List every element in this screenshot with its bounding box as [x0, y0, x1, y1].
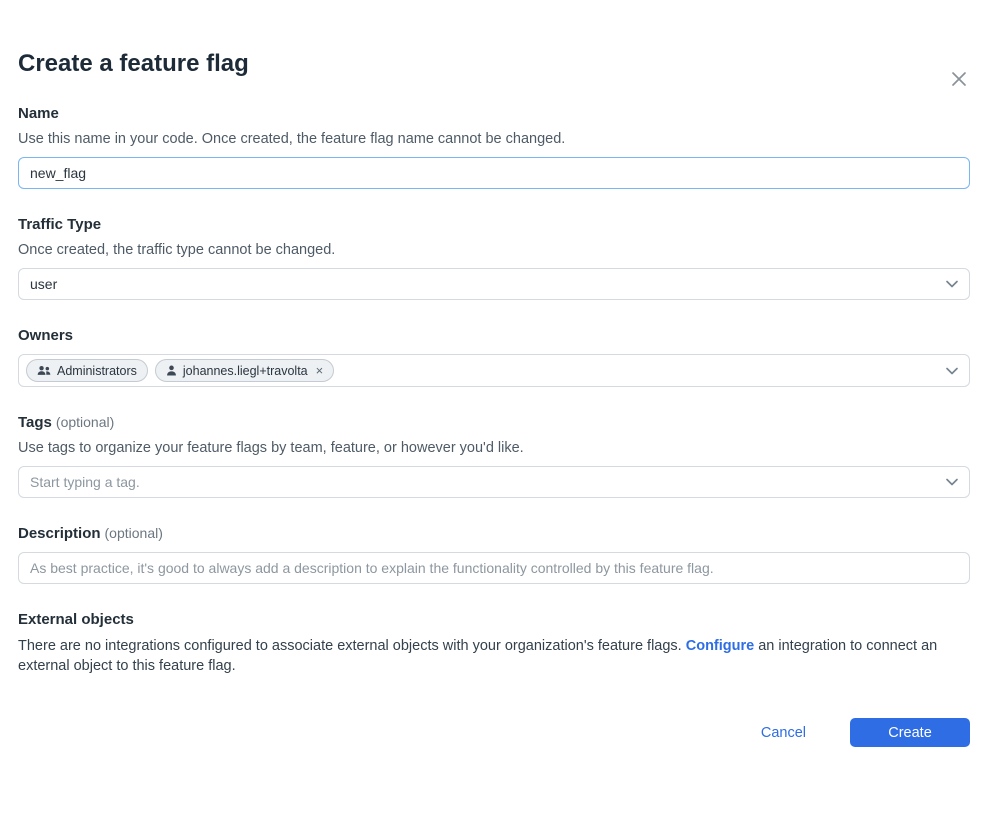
name-label: Name: [18, 105, 59, 122]
traffic-type-label: Traffic Type: [18, 216, 101, 233]
external-text-before: There are no integrations configured to …: [18, 638, 686, 654]
user-icon: [166, 365, 177, 376]
tags-section: Tags(optional) Use tags to organize your…: [18, 414, 970, 498]
owners-label: Owners: [18, 327, 73, 344]
modal-footer: Cancel Create: [18, 718, 970, 747]
modal-title: Create a feature flag: [18, 50, 970, 78]
tags-placeholder: Start typing a tag.: [30, 474, 140, 490]
external-objects-label: External objects: [18, 611, 134, 628]
tags-label: Tags: [18, 414, 52, 431]
chevron-down-icon: [946, 367, 958, 375]
chevron-down-icon: [946, 280, 958, 288]
group-icon: [37, 365, 51, 376]
name-help-text: Use this name in your code. Once created…: [18, 131, 970, 147]
close-icon[interactable]: [946, 66, 972, 92]
traffic-type-value: user: [30, 276, 57, 292]
create-button[interactable]: Create: [850, 718, 970, 747]
tags-help-text: Use tags to organize your feature flags …: [18, 440, 970, 456]
external-objects-text: There are no integrations configured to …: [18, 637, 970, 676]
traffic-type-select[interactable]: user: [18, 268, 970, 300]
tags-input[interactable]: Start typing a tag.: [18, 466, 970, 498]
remove-owner-icon[interactable]: ×: [316, 364, 324, 377]
owner-chip-user[interactable]: johannes.liegl+travolta ×: [155, 359, 334, 382]
create-feature-flag-modal: Create a feature flag Name Use this name…: [0, 50, 988, 747]
tags-optional-label: (optional): [56, 414, 114, 430]
external-objects-section: External objects There are no integratio…: [18, 611, 970, 676]
description-input[interactable]: [18, 552, 970, 584]
traffic-type-help-text: Once created, the traffic type cannot be…: [18, 242, 970, 258]
configure-link[interactable]: Configure: [686, 638, 754, 654]
chevron-down-icon: [946, 478, 958, 486]
name-section: Name Use this name in your code. Once cr…: [18, 105, 970, 189]
owners-multiselect[interactable]: Administrators johannes.liegl+travolta ×: [18, 354, 970, 387]
cancel-button[interactable]: Cancel: [761, 725, 806, 741]
owner-chip-label: johannes.liegl+travolta: [183, 364, 308, 378]
traffic-type-section: Traffic Type Once created, the traffic t…: [18, 216, 970, 300]
owners-section: Owners Administrators johannes.liegl+tra…: [18, 327, 970, 387]
description-section: Description(optional): [18, 525, 970, 584]
close-x-glyph: [949, 69, 969, 89]
description-label: Description: [18, 525, 101, 542]
owner-chip-administrators[interactable]: Administrators: [26, 359, 148, 382]
description-optional-label: (optional): [105, 525, 163, 541]
name-input[interactable]: [18, 157, 970, 189]
owner-chip-label: Administrators: [57, 364, 137, 378]
